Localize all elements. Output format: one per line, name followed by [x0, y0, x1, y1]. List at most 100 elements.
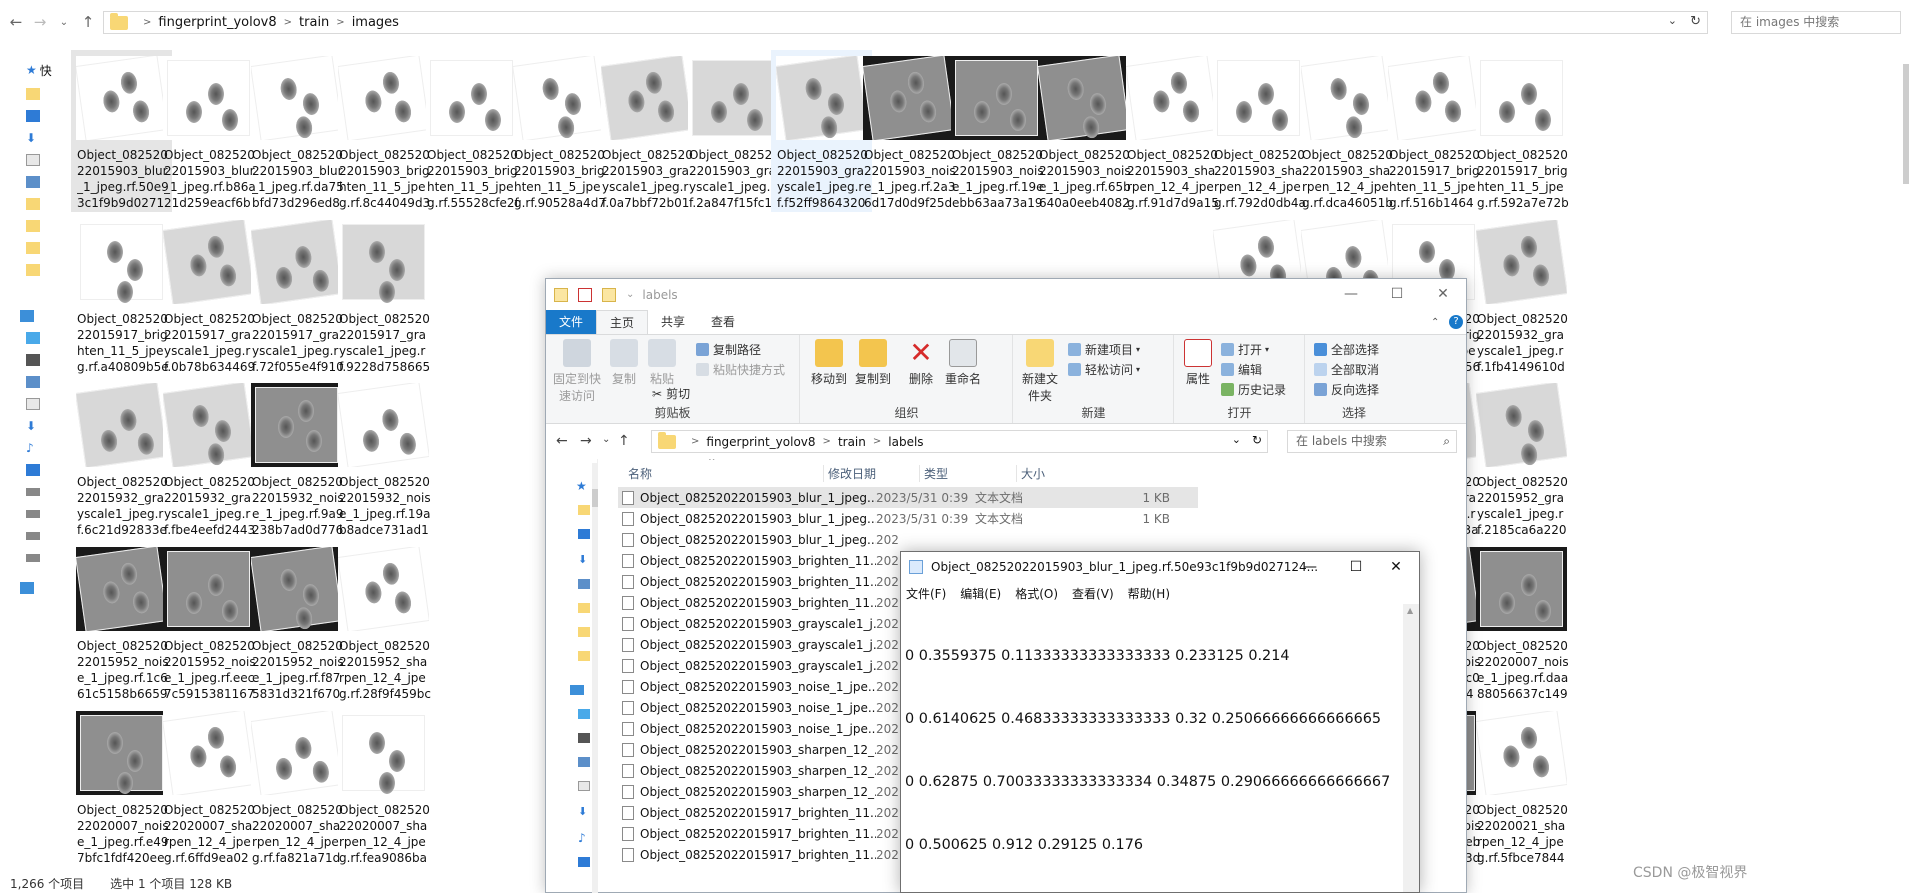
- image-thumbnail-tile[interactable]: Object_08252022015903_noise_1_jpeg.rf.2a…: [858, 50, 959, 212]
- nav-item-folder[interactable]: [26, 238, 54, 258]
- nav-item-drive[interactable]: [26, 482, 54, 502]
- image-thumbnail-tile[interactable]: Object_08252022015903_sharpen_12_4_jpeg.…: [1208, 50, 1309, 212]
- properties-button[interactable]: 属性: [1181, 339, 1215, 387]
- desktop-icon[interactable]: [578, 529, 590, 539]
- nav-item-drive[interactable]: [26, 526, 54, 546]
- nav-item-drive[interactable]: [26, 548, 54, 568]
- history-button[interactable]: 历史记录: [1221, 381, 1286, 398]
- nav-item-pictures[interactable]: [26, 172, 54, 192]
- search-input[interactable]: 在 labels 中搜索 ⌕: [1287, 430, 1457, 453]
- chevron-down-icon[interactable]: ⌄: [1232, 433, 1241, 446]
- breadcrumb-item[interactable]: train: [838, 435, 866, 449]
- cut-button[interactable]: ✂ 剪切: [652, 385, 690, 402]
- column-date[interactable]: 修改日期: [823, 465, 876, 482]
- image-thumbnail-tile[interactable]: Object_08252022015932_noise_1_jpeg.rf.19…: [333, 377, 434, 539]
- forward-arrow-icon[interactable]: →: [580, 433, 592, 449]
- image-thumbnail-tile[interactable]: Object_08252022015903_noise_1_jpeg.rf.19…: [946, 50, 1047, 212]
- maximize-icon[interactable]: ☐: [1374, 279, 1420, 310]
- address-bar[interactable]: > fingerprint_yolov8 > train > labels ⌄ …: [651, 430, 1268, 453]
- image-thumbnail-tile[interactable]: Object_08252022015903_sharpen_12_4_jpeg.…: [1296, 50, 1397, 212]
- column-size[interactable]: 大小: [1016, 465, 1045, 482]
- folder-icon[interactable]: [578, 651, 590, 661]
- file-row[interactable]: Object_08252022015903_blur_1_jpeg.... 202…: [618, 487, 1198, 508]
- nav-item-folder[interactable]: [26, 216, 54, 236]
- menu-edit[interactable]: 编辑(E): [960, 585, 1001, 602]
- menu-format[interactable]: 格式(O): [1015, 585, 1058, 602]
- breadcrumb-item[interactable]: images: [352, 15, 399, 30]
- image-thumbnail-tile[interactable]: Object_08252022015952_noise_1_jpeg.rf.f8…: [246, 541, 347, 703]
- nav-item-documents[interactable]: [26, 150, 54, 170]
- vertical-scrollbar[interactable]: [1898, 44, 1914, 872]
- menu-help[interactable]: 帮助(H): [1128, 585, 1170, 602]
- tab-home[interactable]: 主页: [596, 310, 649, 334]
- nav-item-quick-access[interactable]: ★ 快: [26, 60, 54, 80]
- document-icon[interactable]: [578, 781, 590, 791]
- folder-icon[interactable]: [578, 505, 590, 515]
- nav-item-drive[interactable]: [26, 504, 54, 524]
- up-arrow-icon[interactable]: ↑: [76, 10, 100, 34]
- nav-item-desktop[interactable]: [26, 106, 54, 126]
- folder-icon[interactable]: [578, 603, 590, 613]
- search-input[interactable]: 在 images 中搜索: [1731, 11, 1901, 34]
- column-type[interactable]: 类型: [919, 465, 948, 482]
- breadcrumb-item[interactable]: labels: [888, 435, 923, 449]
- image-thumbnail-tile[interactable]: Object_08252022020007_sharpen_12_4_jpeg.…: [158, 705, 259, 867]
- image-thumbnail-tile[interactable]: Object_08252022020021_sharpen_12_4_jpeg.…: [1471, 705, 1572, 867]
- image-thumbnail-tile[interactable]: Object_08252022015917_grayscale1_jpeg.rf…: [158, 214, 259, 376]
- new-folder-button[interactable]: 新建文件夹: [1020, 339, 1060, 404]
- image-thumbnail-tile[interactable]: Object_08252022015917_brighten_11_5_jpeg…: [1471, 50, 1572, 212]
- recent-chevron-icon[interactable]: ⌄: [602, 434, 610, 445]
- image-thumbnail-tile[interactable]: Object_08252022015917_brighten_11_5_jpeg…: [1383, 50, 1484, 212]
- nav-item-desktop[interactable]: [26, 460, 54, 480]
- nav-item-downloads[interactable]: ⬇: [26, 128, 54, 148]
- collapse-ribbon-icon[interactable]: ⌃: [1431, 317, 1439, 328]
- scrollbar-thumb[interactable]: [592, 489, 598, 507]
- computer-icon[interactable]: [570, 685, 584, 695]
- vertical-scrollbar[interactable]: ▲: [1403, 604, 1419, 892]
- nav-item-videos[interactable]: [26, 350, 54, 370]
- download-icon[interactable]: ⬇: [578, 553, 587, 566]
- download-icon[interactable]: ⬇: [578, 805, 587, 818]
- column-name[interactable]: 名称: [628, 465, 652, 482]
- nav-item-downloads[interactable]: ⬇: [26, 416, 54, 436]
- image-thumbnail-tile[interactable]: Object_08252022015917_grayscale1_jpeg.rf…: [333, 214, 434, 376]
- select-all-button[interactable]: 全部选择: [1314, 341, 1379, 358]
- image-thumbnail-tile[interactable]: Object_08252022015903_noise_1_jpeg.rf.65…: [1033, 50, 1134, 212]
- image-thumbnail-tile[interactable]: Object_08252022020007_noise_1_jpeg.rf.da…: [1471, 541, 1572, 703]
- minimize-icon[interactable]: —: [1328, 279, 1374, 310]
- image-thumbnail-tile[interactable]: Object_08252022015903_brighten_11_5_jpeg…: [421, 50, 522, 212]
- close-icon[interactable]: ✕: [1373, 552, 1419, 582]
- image-thumbnail-tile[interactable]: Object_08252022015903_grayscale1_jpeg.rf…: [683, 50, 784, 212]
- copy-button[interactable]: 复制: [608, 339, 640, 387]
- file-row[interactable]: Object_08252022015903_blur_1_jpeg.... 202: [618, 529, 1198, 550]
- menu-view[interactable]: 查看(V): [1072, 585, 1114, 602]
- nav-item-this-pc[interactable]: [20, 306, 48, 326]
- minimize-icon[interactable]: —: [1287, 552, 1333, 582]
- image-thumbnail-tile[interactable]: Object_08252022015903_blur_1_jpeg.rf.b86…: [158, 50, 259, 212]
- new-folder-icon[interactable]: [602, 287, 616, 302]
- new-item-button[interactable]: 新建项目 ▾: [1068, 341, 1140, 358]
- nav-item-3d[interactable]: [26, 328, 54, 348]
- breadcrumb-item[interactable]: fingerprint_yolov8: [158, 15, 276, 30]
- chevron-down-icon[interactable]: ⌄: [1668, 14, 1677, 27]
- close-icon[interactable]: ✕: [1420, 279, 1466, 310]
- nav-item-folder[interactable]: [26, 194, 54, 214]
- breadcrumb-item[interactable]: train: [299, 15, 329, 30]
- image-thumbnail-tile[interactable]: Object_08252022015932_grayscale1_jpeg.rf…: [158, 377, 259, 539]
- breadcrumb-item[interactable]: fingerprint_yolov8: [706, 435, 815, 449]
- copy-to-button[interactable]: 复制到: [853, 339, 893, 387]
- address-bar[interactable]: > fingerprint_yolov8 > train > images ⌄ …: [103, 11, 1708, 34]
- delete-button[interactable]: ✕ 删除: [905, 339, 937, 387]
- tab-file[interactable]: 文件: [546, 310, 597, 334]
- desktop-icon[interactable]: [578, 857, 590, 867]
- image-thumbnail-tile[interactable]: Object_08252022015903_blur_1_jpeg.rf.50e…: [71, 50, 172, 212]
- customize-chevron-icon[interactable]: ⌄: [626, 289, 634, 300]
- nav-item-documents[interactable]: [26, 394, 54, 414]
- image-thumbnail-tile[interactable]: Object_08252022015903_brighten_11_5_jpeg…: [508, 50, 609, 212]
- cube-icon[interactable]: [578, 709, 590, 719]
- image-thumbnail-tile[interactable]: Object_08252022015932_grayscale1_jpeg.rf…: [71, 377, 172, 539]
- easy-access-button[interactable]: 轻松访问 ▾: [1068, 361, 1140, 378]
- nav-item-music[interactable]: ♪: [26, 438, 54, 458]
- back-arrow-icon[interactable]: ←: [556, 433, 568, 449]
- open-button[interactable]: 打开 ▾: [1221, 341, 1269, 358]
